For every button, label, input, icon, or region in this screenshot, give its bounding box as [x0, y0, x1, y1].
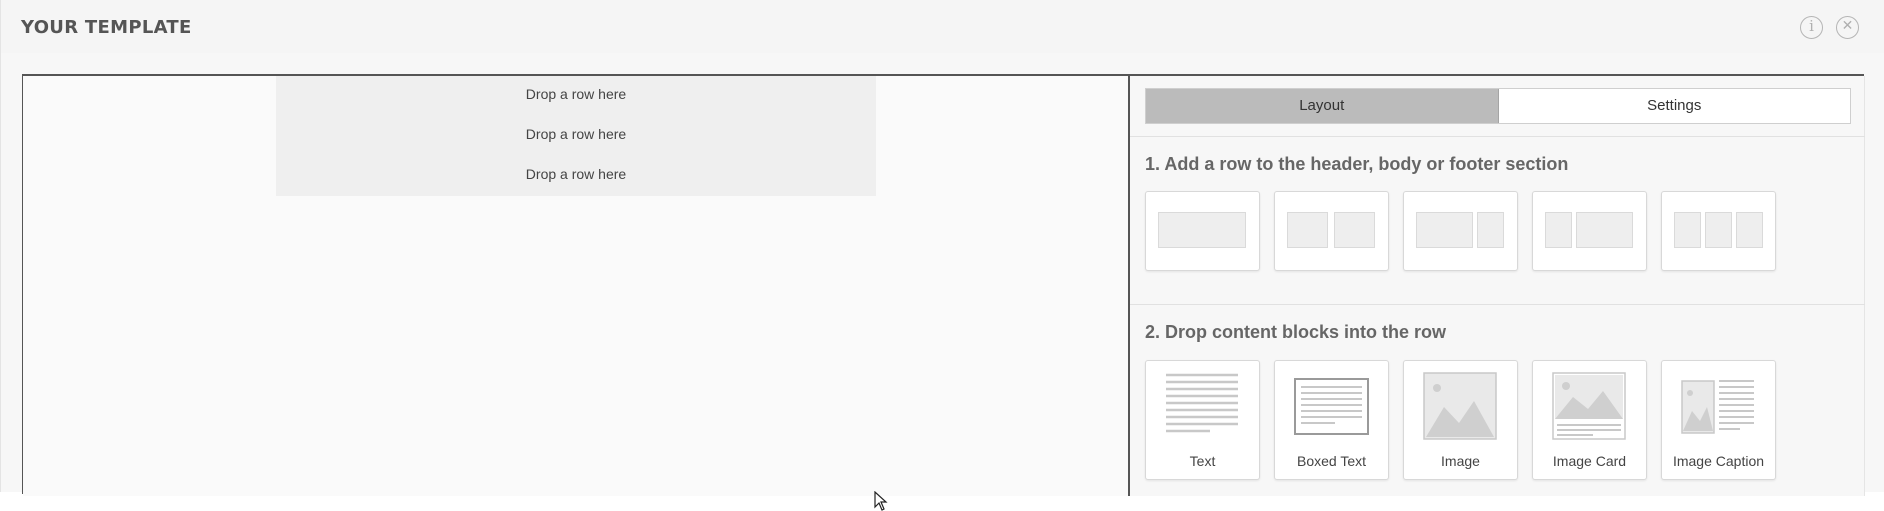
- block-text[interactable]: Text: [1145, 360, 1260, 480]
- row-layout-three-equal[interactable]: [1661, 191, 1776, 271]
- side-panel: Layout Settings 1. Add a row to the head…: [1130, 76, 1865, 496]
- row-cell: [1545, 212, 1572, 248]
- page-title: YOUR TEMPLATE: [21, 17, 192, 38]
- tab-settings[interactable]: Settings: [1499, 89, 1851, 123]
- row-cell: [1334, 212, 1375, 248]
- divider: [1130, 304, 1865, 305]
- row-cell: [1576, 212, 1633, 248]
- row-cell: [1477, 212, 1504, 248]
- panel-tabs: Layout Settings: [1145, 88, 1851, 124]
- editor-workspace: Drop a row here Drop a row here Drop a r…: [22, 74, 1865, 511]
- drop-row-header[interactable]: Drop a row here: [276, 86, 876, 102]
- close-icon[interactable]: ✕: [1836, 16, 1859, 39]
- drop-row-footer[interactable]: Drop a row here: [276, 166, 876, 182]
- row-cell: [1674, 212, 1701, 248]
- block-label: Boxed Text: [1296, 453, 1366, 469]
- mouse-cursor-icon: [874, 491, 888, 511]
- row-layout-wide-narrow[interactable]: [1403, 191, 1518, 271]
- section-title-rows: 1. Add a row to the header, body or foot…: [1145, 154, 1569, 174]
- row-cell: [1287, 212, 1328, 248]
- block-label: Image Caption: [1672, 453, 1765, 469]
- info-icon[interactable]: i: [1800, 16, 1823, 39]
- row-cell: [1736, 212, 1763, 248]
- row-cell: [1158, 212, 1246, 248]
- tab-layout[interactable]: Layout: [1146, 89, 1499, 123]
- row-layout-single[interactable]: [1145, 191, 1260, 271]
- image-caption-icon: [1681, 380, 1754, 434]
- drop-row-body[interactable]: Drop a row here: [276, 126, 876, 142]
- row-layout-narrow-wide[interactable]: [1532, 191, 1647, 271]
- block-boxed-text[interactable]: Boxed Text: [1274, 360, 1389, 480]
- template-canvas: Drop a row here Drop a row here Drop a r…: [23, 76, 1128, 511]
- modal-header: YOUR TEMPLATE i ✕: [1, 0, 1884, 53]
- text-lines-icon: [1166, 373, 1238, 433]
- image-icon: [1423, 372, 1497, 440]
- divider: [1130, 136, 1865, 137]
- template-modal: YOUR TEMPLATE i ✕ Drop a row here Drop a…: [0, 0, 1884, 511]
- block-image-caption[interactable]: Image Caption: [1661, 360, 1776, 480]
- boxed-text-icon: [1294, 378, 1369, 435]
- row-layout-two-equal[interactable]: [1274, 191, 1389, 271]
- block-label: Image: [1441, 453, 1480, 469]
- row-cell: [1416, 212, 1473, 248]
- block-image[interactable]: Image: [1403, 360, 1518, 480]
- block-label: Text: [1189, 453, 1216, 469]
- drop-zone[interactable]: Drop a row here Drop a row here Drop a r…: [276, 76, 876, 196]
- section-title-blocks: 2. Drop content blocks into the row: [1145, 322, 1447, 342]
- block-label: Image Card: [1552, 453, 1627, 469]
- block-image-card[interactable]: Image Card: [1532, 360, 1647, 480]
- image-card-icon: [1552, 372, 1626, 440]
- row-cell: [1705, 212, 1732, 248]
